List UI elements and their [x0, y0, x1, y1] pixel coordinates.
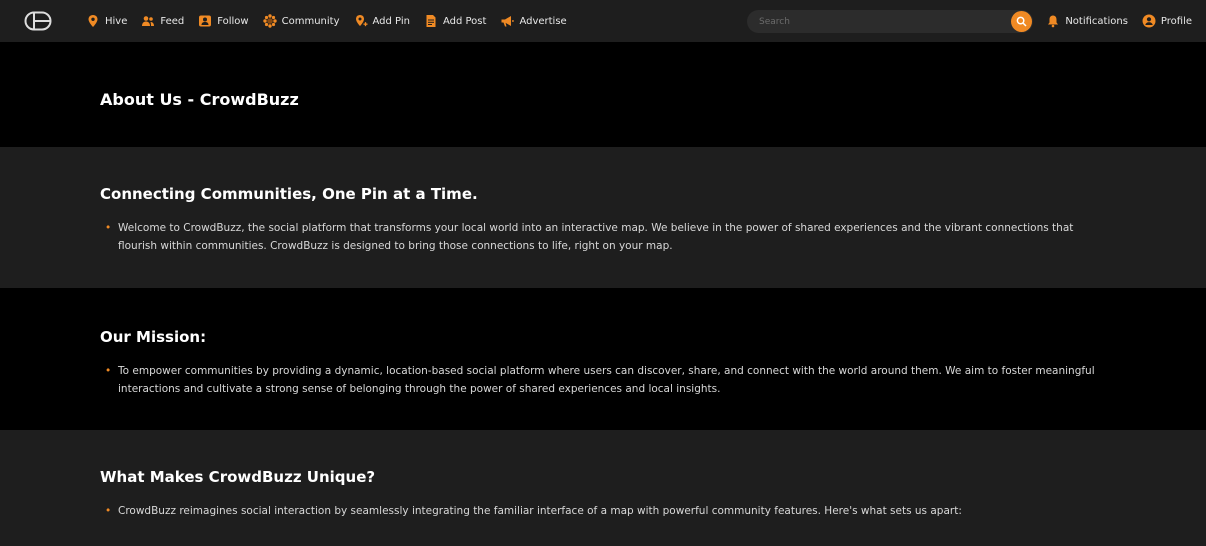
map-pin-icon: [86, 14, 100, 28]
users-icon: [141, 14, 155, 28]
section-heading: Connecting Communities, One Pin at a Tim…: [100, 185, 478, 203]
nav-hive[interactable]: Hive: [86, 14, 127, 28]
nav-community[interactable]: Community: [262, 14, 340, 28]
add-pin-icon: [354, 14, 368, 28]
page-header: About Us - CrowdBuzz: [0, 42, 1206, 147]
search-input[interactable]: [747, 10, 1011, 33]
page-title: About Us - CrowdBuzz: [100, 90, 299, 109]
list-item: • To empower communities by providing a …: [100, 362, 1106, 398]
nav-add-pin-label: Add Pin: [372, 15, 410, 27]
nav-community-label: Community: [281, 15, 340, 27]
nav-add-post[interactable]: Add Post: [424, 14, 486, 28]
bullet-dot: •: [105, 505, 112, 517]
nav-notifications[interactable]: Notifications: [1046, 14, 1128, 28]
search-icon: [1016, 16, 1027, 27]
nav-links: Hive Feed Follow Community Add Pin Add P…: [86, 14, 581, 28]
section-unique: What Makes CrowdBuzz Unique? • CrowdBuzz…: [0, 430, 1206, 546]
nav-add-pin[interactable]: Add Pin: [354, 14, 410, 28]
section-connecting: Connecting Communities, One Pin at a Tim…: [0, 147, 1206, 288]
nav-advertise[interactable]: Advertise: [500, 14, 567, 28]
section-text: CrowdBuzz reimagines social interaction …: [118, 505, 962, 517]
nav-follow-label: Follow: [217, 15, 249, 27]
section-heading: What Makes CrowdBuzz Unique?: [100, 468, 376, 486]
crowdbuzz-logo[interactable]: [24, 8, 58, 34]
nav-notifications-label: Notifications: [1065, 15, 1128, 27]
section-text: To empower communities by providing a dy…: [118, 365, 1095, 395]
nav-follow[interactable]: Follow: [198, 14, 249, 28]
bullet-dot: •: [105, 222, 112, 234]
nav-advertise-label: Advertise: [519, 15, 567, 27]
section-heading: Our Mission:: [100, 328, 207, 346]
megaphone-icon: [500, 14, 515, 28]
document-icon: [424, 14, 438, 28]
nav-add-post-label: Add Post: [442, 15, 487, 27]
nav-right: Notifications Profile: [1032, 0, 1192, 42]
section-mission: Our Mission: • To empower communities by…: [0, 288, 1206, 430]
search-bar: [747, 10, 1033, 33]
logo-icon: [24, 11, 52, 31]
nav-hive-label: Hive: [105, 15, 128, 27]
sunflower-icon: [262, 14, 277, 28]
section-text: Welcome to CrowdBuzz, the social platfor…: [118, 222, 1074, 252]
bell-icon: [1046, 14, 1060, 28]
profile-icon: [1142, 14, 1156, 28]
nav-feed-label: Feed: [160, 15, 185, 27]
nav-feed[interactable]: Feed: [141, 14, 184, 28]
list-item: • Welcome to CrowdBuzz, the social platf…: [100, 219, 1106, 255]
user-card-icon: [198, 14, 212, 28]
nav-profile-label: Profile: [1160, 15, 1192, 27]
list-item: • CrowdBuzz reimagines social interactio…: [100, 502, 1106, 520]
bullet-dot: •: [105, 365, 112, 377]
top-navbar: Hive Feed Follow Community Add Pin Add P…: [0, 0, 1206, 42]
nav-profile[interactable]: Profile: [1142, 14, 1192, 28]
search-button[interactable]: [1011, 11, 1032, 32]
